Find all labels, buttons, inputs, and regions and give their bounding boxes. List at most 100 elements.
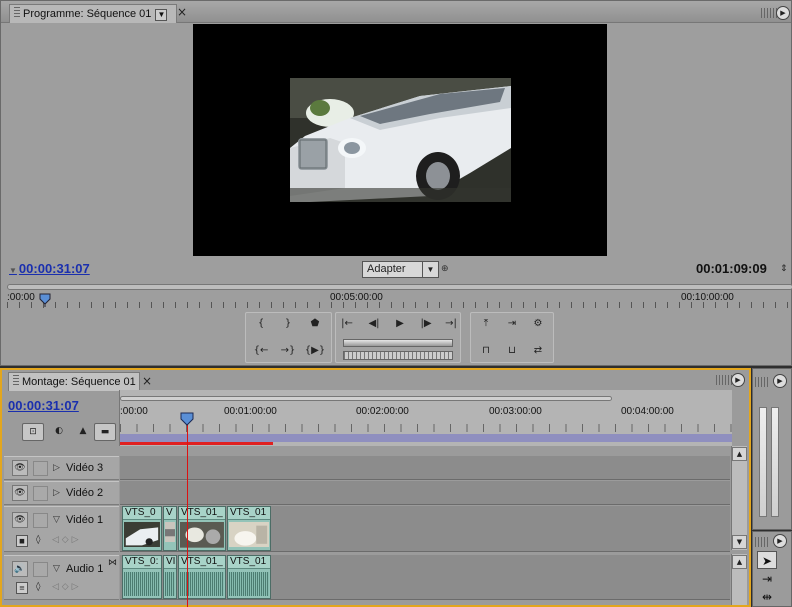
keyframe-icon[interactable]: ◊ bbox=[36, 582, 40, 592]
track-header-video-1[interactable]: 👁 ▽ Vidéo 1 ◼ ◊ ◁ ◇ ▷ bbox=[4, 506, 119, 552]
timecode-menu-icon: ▼ bbox=[9, 266, 17, 275]
link-icon[interactable]: ◐ bbox=[48, 423, 70, 441]
playhead-line[interactable] bbox=[187, 420, 188, 607]
resize-icon[interactable]: ⇕ bbox=[780, 264, 788, 274]
expand-triangle-icon[interactable]: ▷ bbox=[53, 463, 60, 473]
play-in-out-button[interactable]: {▶} bbox=[304, 342, 326, 360]
track-area-video-3[interactable] bbox=[120, 456, 730, 480]
video-clip[interactable]: V bbox=[163, 506, 177, 551]
ripple-edit-icon[interactable]: ⇹ bbox=[757, 588, 777, 606]
keyframe-icon[interactable]: ◊ bbox=[36, 535, 40, 545]
marker-icon[interactable]: ▲ bbox=[72, 423, 94, 441]
video-clip[interactable]: VTS_0 bbox=[122, 506, 162, 551]
shuttle-slider[interactable] bbox=[343, 351, 453, 360]
close-tab-icon[interactable]: × bbox=[142, 374, 152, 388]
video-tracks-scrollbar[interactable]: ▲ ▼ bbox=[731, 446, 747, 550]
sequence-current-timecode[interactable]: 00:00:31:07 bbox=[8, 398, 79, 413]
audio-tracks-scrollbar[interactable]: ▲ bbox=[731, 554, 747, 605]
tab-grip-icon[interactable] bbox=[14, 7, 20, 18]
audio-meter-left bbox=[759, 407, 767, 517]
output-button[interactable]: ⚙ bbox=[527, 315, 549, 333]
goto-in-point-button[interactable]: |← bbox=[336, 315, 358, 333]
audio-clip[interactable]: VTS_0: bbox=[122, 555, 162, 599]
program-tab-bar: Programme: Séquence 01 ▼ × ▶ bbox=[1, 1, 791, 23]
track-area-audio-1[interactable]: VTS_0: VI VTS_01_ VTS_01 bbox=[120, 555, 730, 600]
ruler-ticks bbox=[7, 302, 792, 308]
panel-options-icon[interactable]: ▶ bbox=[773, 534, 787, 548]
insert-button[interactable]: ⊓ bbox=[475, 342, 497, 360]
display-style-icon[interactable]: ◼ bbox=[16, 535, 28, 547]
panel-grip-icon[interactable] bbox=[755, 377, 769, 387]
display-style-icon[interactable]: ≡ bbox=[16, 582, 28, 594]
expand-triangle-icon[interactable]: ▷ bbox=[53, 488, 60, 498]
goto-in-button[interactable]: {← bbox=[250, 342, 272, 360]
step-forward-button[interactable]: |▶ bbox=[415, 315, 437, 333]
scroll-up-icon[interactable]: ▲ bbox=[732, 447, 747, 461]
toggle-take-button[interactable]: ⇄ bbox=[527, 342, 549, 360]
extract-button[interactable]: ⇥ bbox=[501, 315, 523, 333]
set-encore-marker-icon[interactable]: ▬ bbox=[94, 423, 116, 441]
sequence-tab[interactable]: Montage: Séquence 01 bbox=[8, 372, 140, 391]
lock-toggle[interactable] bbox=[33, 486, 48, 501]
lift-button[interactable]: ⤒ bbox=[475, 315, 497, 333]
video-clip[interactable]: VTS_01 bbox=[227, 506, 271, 551]
lock-toggle[interactable] bbox=[33, 562, 48, 577]
mark-in-button[interactable]: { bbox=[250, 315, 272, 333]
program-tab[interactable]: Programme: Séquence 01 ▼ bbox=[9, 4, 177, 23]
scroll-down-icon[interactable]: ▼ bbox=[732, 535, 747, 549]
zoom-scroll-bar[interactable] bbox=[7, 284, 792, 290]
lock-toggle[interactable] bbox=[33, 461, 48, 476]
panel-grip-icon[interactable] bbox=[716, 375, 732, 385]
step-back-button[interactable]: ◀| bbox=[363, 315, 385, 333]
collapse-triangle-icon[interactable]: ▽ bbox=[53, 515, 60, 525]
work-area-bar[interactable] bbox=[120, 434, 732, 442]
keyframe-nav-icon[interactable]: ◁ ◇ ▷ bbox=[52, 535, 79, 545]
playhead-marker-icon[interactable] bbox=[39, 293, 51, 307]
panel-options-icon[interactable]: ▶ bbox=[776, 6, 790, 20]
fit-zoom-select[interactable]: Adapter ▼ bbox=[362, 261, 439, 278]
track-area-video-2[interactable] bbox=[120, 481, 730, 505]
panel-options-icon[interactable]: ▶ bbox=[731, 373, 745, 387]
audio-clip[interactable]: VI bbox=[163, 555, 177, 599]
goto-out-button[interactable]: →} bbox=[277, 342, 299, 360]
track-header-video-3[interactable]: 👁 ▷ Vidéo 3 bbox=[4, 456, 119, 480]
video-clip[interactable]: VTS_01_ bbox=[178, 506, 226, 551]
jog-slider[interactable] bbox=[343, 339, 453, 347]
overlay-button[interactable]: ⊔ bbox=[501, 342, 523, 360]
monitor-options-icon[interactable]: ⊕ bbox=[441, 264, 449, 274]
track-area-video-1[interactable]: VTS_0 V VTS_01_ VTS_01 bbox=[120, 506, 730, 552]
panel-options-icon[interactable]: ▶ bbox=[773, 374, 787, 388]
set-marker-button[interactable]: ⬟ bbox=[304, 315, 326, 333]
track-header-video-2[interactable]: 👁 ▷ Vidéo 2 bbox=[4, 481, 119, 505]
program-current-timecode[interactable]: ▼ 00:00:31:07 bbox=[9, 261, 90, 276]
collapse-triangle-icon[interactable]: ▽ bbox=[53, 564, 60, 574]
track-header-audio-1[interactable]: 🔊 ▽ Audio 1 ⋈ ≡ ◊ ◁ ◇ ▷ bbox=[4, 555, 119, 600]
tab-grip-icon[interactable] bbox=[13, 375, 19, 386]
goto-out-point-button[interactable]: →| bbox=[440, 315, 462, 333]
keyframe-nav-icon[interactable]: ◁ ◇ ▷ bbox=[52, 582, 79, 592]
eye-icon[interactable]: 👁 bbox=[12, 512, 28, 528]
panel-grip-icon[interactable] bbox=[761, 8, 777, 18]
track-select-icon[interactable]: ⇥ bbox=[757, 570, 777, 588]
snap-icon[interactable]: ⊡ bbox=[22, 423, 44, 441]
program-viewer[interactable] bbox=[193, 24, 607, 256]
scroll-up-icon[interactable]: ▲ bbox=[732, 555, 747, 569]
lock-toggle[interactable] bbox=[33, 513, 48, 528]
audio-clip[interactable]: VTS_01 bbox=[227, 555, 271, 599]
selection-arrow-icon[interactable]: ➤ bbox=[757, 551, 777, 569]
playhead-handle-icon[interactable] bbox=[180, 412, 194, 426]
eye-icon[interactable]: 👁 bbox=[12, 460, 28, 476]
mark-out-button[interactable]: } bbox=[277, 315, 299, 333]
play-button[interactable]: ▶ bbox=[389, 315, 411, 333]
speaker-icon[interactable]: 🔊 bbox=[12, 561, 28, 577]
close-tab-icon[interactable]: × bbox=[177, 5, 187, 19]
waveform bbox=[124, 572, 160, 596]
panel-grip-icon[interactable] bbox=[755, 537, 769, 547]
program-tab-label: Programme: Séquence 01 bbox=[23, 8, 152, 20]
zoom-scroll-bar[interactable] bbox=[120, 396, 612, 401]
tab-menu-icon[interactable]: ▼ bbox=[155, 9, 168, 21]
eye-icon[interactable]: 👁 bbox=[12, 485, 28, 501]
audio-clip[interactable]: VTS_01_ bbox=[178, 555, 226, 599]
sequence-time-ruler[interactable]: :00:00 00:01:00:00 00:02:00:00 00:03:00:… bbox=[119, 390, 732, 446]
program-time-ruler[interactable]: :00:00 00:05:00:00 00:10:00:00 bbox=[7, 284, 792, 308]
